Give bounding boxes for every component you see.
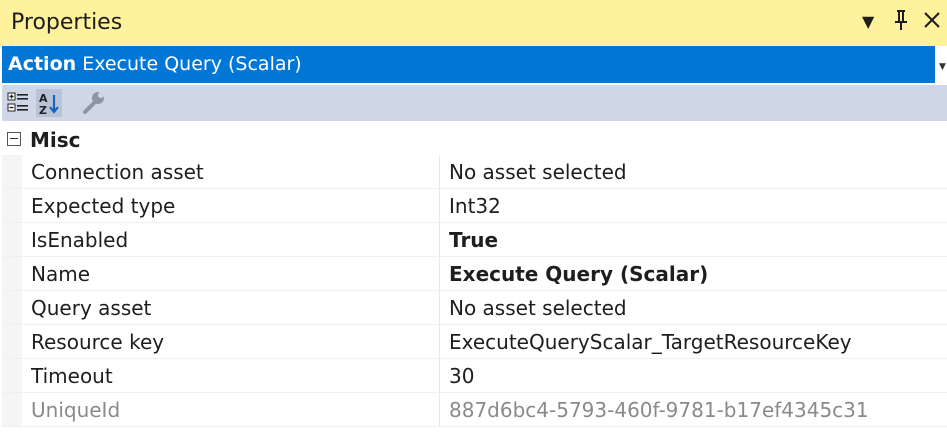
close-icon[interactable] — [922, 8, 942, 38]
category-header-misc[interactable]: Misc — [2, 123, 947, 155]
window-position-dropdown-icon[interactable]: ▼ — [862, 12, 874, 31]
row-gutter — [2, 359, 22, 392]
pin-icon[interactable] — [892, 8, 910, 38]
property-value[interactable]: ExecuteQueryScalar_TargetResourceKey — [449, 330, 852, 354]
categorized-icon — [7, 92, 28, 112]
close-icon-glyph — [924, 12, 940, 28]
property-name: Timeout — [31, 364, 113, 388]
pin-icon-glyph — [895, 10, 907, 30]
svg-text:Z: Z — [39, 104, 47, 117]
row-gutter — [2, 393, 22, 426]
property-row[interactable]: Expected type Int32 — [2, 189, 947, 223]
panel-title: Properties — [11, 10, 123, 35]
object-kind: Action — [8, 53, 77, 75]
property-value[interactable]: 30 — [449, 364, 474, 388]
property-row[interactable]: Connection asset No asset selected — [2, 155, 947, 189]
property-value[interactable]: No asset selected — [449, 160, 627, 184]
object-selector-dropdown[interactable]: ▼ — [936, 46, 947, 83]
property-row[interactable]: Query asset No asset selected — [2, 291, 947, 325]
collapse-icon[interactable] — [7, 132, 21, 146]
property-row[interactable]: Resource key ExecuteQueryScalar_TargetRes… — [2, 325, 947, 359]
property-name: Resource key — [31, 330, 165, 354]
alphabetical-sort-icon: A Z — [39, 92, 59, 117]
property-value[interactable]: True — [449, 228, 498, 252]
chevron-down-icon: ▼ — [939, 62, 946, 72]
property-name: Connection asset — [31, 160, 204, 184]
property-value[interactable]: Int32 — [449, 194, 501, 218]
property-name: IsEnabled — [31, 228, 129, 252]
column-separator[interactable] — [439, 257, 440, 290]
column-separator[interactable] — [439, 325, 440, 358]
properties-title-bar: Properties ▼ — [0, 0, 947, 46]
object-selector[interactable]: Action Execute Query (Scalar) — [2, 46, 935, 83]
column-separator[interactable] — [439, 155, 440, 188]
property-name: Expected type — [31, 194, 176, 218]
column-separator[interactable] — [439, 393, 440, 426]
column-separator[interactable] — [439, 223, 440, 256]
row-gutter — [2, 155, 22, 188]
row-gutter — [2, 257, 22, 290]
property-grid: Misc Connection asset No asset selected Ex… — [2, 123, 947, 427]
categorized-button[interactable] — [6, 89, 32, 117]
property-value[interactable]: Execute Query (Scalar) — [449, 262, 708, 286]
row-gutter — [2, 223, 22, 256]
category-label: Misc — [30, 128, 81, 152]
property-row[interactable]: Timeout 30 — [2, 359, 947, 393]
row-gutter — [2, 325, 22, 358]
properties-toolbar: A Z — [2, 85, 947, 121]
object-selector-text: Action Execute Query (Scalar) — [8, 53, 302, 75]
alphabetical-button[interactable]: A Z — [36, 89, 62, 117]
property-row[interactable]: Name Execute Query (Scalar) — [2, 257, 947, 291]
row-gutter — [2, 189, 22, 222]
column-separator[interactable] — [439, 291, 440, 324]
property-name: Name — [31, 262, 91, 286]
object-name: Execute Query (Scalar) — [82, 53, 302, 75]
property-pages-button[interactable] — [80, 89, 106, 117]
property-value: 887d6bc4-5793-460f-9781-b17ef4345c31 — [449, 398, 869, 422]
column-separator[interactable] — [439, 359, 440, 392]
property-row[interactable]: UniqueId 887d6bc4-5793-460f-9781-b17ef434… — [2, 393, 947, 427]
column-separator[interactable] — [439, 189, 440, 222]
property-row[interactable]: IsEnabled True — [2, 223, 947, 257]
row-gutter — [2, 291, 22, 324]
property-value[interactable]: No asset selected — [449, 296, 627, 320]
property-name: UniqueId — [31, 398, 121, 422]
property-name: Query asset — [31, 296, 152, 320]
wrench-icon — [83, 92, 104, 114]
